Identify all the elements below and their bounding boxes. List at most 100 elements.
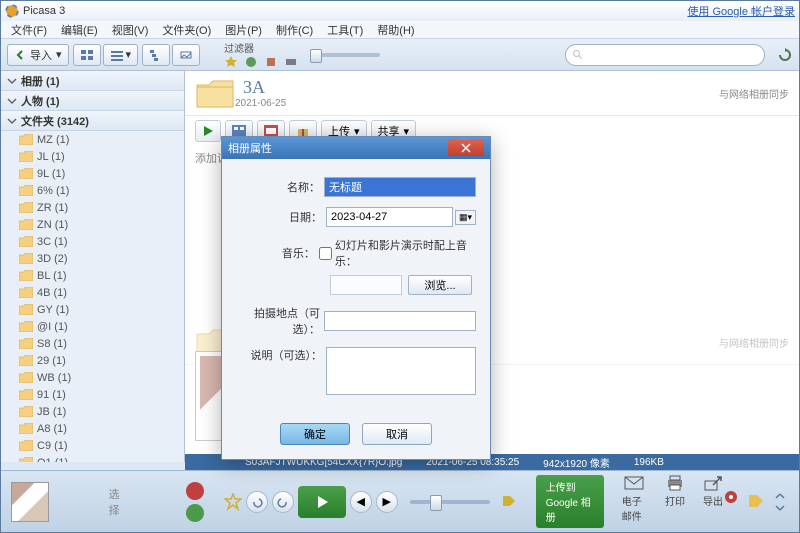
date-picker-button[interactable]: ▦▾ [455, 210, 476, 225]
select-label: 选择 [109, 486, 126, 518]
name-input[interactable] [324, 177, 476, 197]
star-icon[interactable] [224, 493, 242, 511]
arrow-left-icon [14, 49, 26, 61]
toolbar: 导入 ▾ ▾ 过滤器 [1, 39, 799, 71]
tray-thumbnail[interactable] [11, 482, 49, 522]
sidebar-folder-item[interactable]: 9L (1) [1, 165, 184, 182]
menu-folder[interactable]: 文件夹(O) [156, 21, 217, 39]
google-upload-button[interactable]: 上传到 Google 相册 [536, 475, 604, 528]
sidebar-folder-item[interactable]: 3C (1) [1, 233, 184, 250]
view-flat-button[interactable] [172, 44, 200, 66]
dialog-titlebar[interactable]: 相册属性 [222, 137, 490, 159]
name-label: 名称： [236, 179, 324, 195]
music-label: 音乐： [236, 245, 319, 261]
cancel-button[interactable]: 取消 [362, 423, 432, 445]
menu-help[interactable]: 帮助(H) [371, 21, 420, 39]
play-icon [314, 494, 330, 510]
location-input[interactable] [324, 311, 476, 331]
sidebar-folder-item[interactable]: Q1 (1) [1, 454, 184, 462]
sidebar-folder-item[interactable]: A8 (1) [1, 420, 184, 437]
chevron-down-icon [5, 74, 19, 88]
sidebar-folder-item[interactable]: ZR (1) [1, 199, 184, 216]
chevron-down-icon [5, 94, 19, 108]
status-dims: 942x1920 像素 [543, 455, 610, 470]
prev-button[interactable]: ◀ [350, 491, 372, 513]
sidebar-section-people[interactable]: 人物 (1) [1, 91, 184, 111]
sidebar-folder-item[interactable]: C9 (1) [1, 437, 184, 454]
date-input[interactable] [326, 207, 453, 227]
face-filter-icon[interactable] [244, 55, 258, 69]
dialog-close-button[interactable] [448, 140, 484, 156]
sidebar-section-folders[interactable]: 文件夹 (3142) [1, 111, 184, 131]
sidebar-folder-item[interactable]: @I (1) [1, 318, 184, 335]
rotate-left-button[interactable] [246, 491, 268, 513]
music-checkbox[interactable] [319, 247, 332, 260]
geo-pin-icon[interactable] [723, 490, 739, 514]
green-dot-button[interactable] [186, 504, 204, 522]
menu-tools[interactable]: 工具(T) [321, 21, 369, 39]
album-date: 2021-06-25 [235, 98, 286, 109]
sidebar-folder-item[interactable]: GY (1) [1, 301, 184, 318]
list-icon [110, 49, 124, 61]
geo-filter-icon[interactable] [264, 55, 278, 69]
view-list-button[interactable]: ▾ [103, 44, 139, 66]
export-icon [703, 475, 723, 491]
menu-edit[interactable]: 编辑(E) [55, 21, 104, 39]
desc-textarea[interactable] [326, 347, 476, 395]
sidebar-folder-item[interactable]: ZN (1) [1, 216, 184, 233]
view-thumb-button[interactable] [73, 44, 101, 66]
slideshow-button[interactable] [298, 486, 346, 518]
expand-icon[interactable] [773, 492, 787, 512]
music-path-display [330, 275, 402, 295]
search-input[interactable] [565, 44, 765, 66]
location-label: 拍摄地点（可选）： [236, 305, 324, 337]
menu-create[interactable]: 制作(C) [270, 21, 319, 39]
next-button[interactable]: ▶ [376, 491, 398, 513]
sidebar: 相册 (1) 人物 (1) 文件夹 (3142) MZ (1)JL (1)9L … [1, 71, 185, 462]
tag-icon[interactable] [747, 493, 765, 511]
import-button[interactable]: 导入 ▾ [7, 44, 69, 66]
sidebar-section-albums[interactable]: 相册 (1) [1, 71, 184, 91]
rotate-right-icon [277, 496, 289, 508]
sidebar-folder-item[interactable]: 29 (1) [1, 352, 184, 369]
sidebar-folder-item[interactable]: 4B (1) [1, 284, 184, 301]
album-title: 3A [243, 77, 286, 98]
grid-icon [80, 49, 94, 61]
view-tree-button[interactable] [142, 44, 170, 66]
sync-label[interactable]: 与网络相册同步 [719, 86, 789, 101]
tag-icon[interactable] [502, 495, 516, 509]
menubar: 文件(F) 编辑(E) 视图(V) 文件夹(O) 图片(P) 制作(C) 工具(… [1, 21, 799, 39]
rotate-right-button[interactable] [272, 491, 294, 513]
desc-label: 说明（可选）： [236, 347, 326, 363]
print-button[interactable]: 打印 [665, 475, 685, 528]
ok-button[interactable]: 确定 [280, 423, 350, 445]
sidebar-folder-item[interactable]: BL (1) [1, 267, 184, 284]
zoom-slider[interactable] [410, 500, 490, 504]
sidebar-folder-item[interactable]: WB (1) [1, 369, 184, 386]
tree-icon [149, 49, 163, 61]
sidebar-folder-item[interactable]: 91 (1) [1, 386, 184, 403]
browse-button[interactable]: 浏览... [408, 275, 472, 295]
picasa-logo-icon [5, 4, 19, 18]
red-dot-button[interactable] [186, 482, 204, 500]
menu-image[interactable]: 图片(P) [219, 21, 268, 39]
star-filter-icon[interactable] [224, 55, 238, 69]
refresh-icon[interactable] [777, 47, 793, 63]
date-label: 日期： [236, 209, 326, 225]
menu-file[interactable]: 文件(F) [5, 21, 53, 39]
menu-view[interactable]: 视图(V) [106, 21, 155, 39]
sidebar-folder-item[interactable]: S8 (1) [1, 335, 184, 352]
sidebar-folder-item[interactable]: 3D (2) [1, 250, 184, 267]
sidebar-folder-item[interactable]: MZ (1) [1, 131, 184, 148]
export-button[interactable]: 导出 [703, 475, 723, 528]
print-icon [665, 475, 685, 491]
google-login-link[interactable]: 使用 Google 帐户登录 [687, 3, 795, 19]
tag-filter-icon[interactable] [284, 55, 298, 69]
sidebar-folder-item[interactable]: JL (1) [1, 148, 184, 165]
sidebar-folder-item[interactable]: JB (1) [1, 403, 184, 420]
close-icon [461, 143, 471, 153]
sidebar-folder-item[interactable]: 6% (1) [1, 182, 184, 199]
play-button[interactable] [195, 120, 221, 142]
thumb-size-slider[interactable] [310, 53, 380, 57]
email-button[interactable]: 电子邮件 [622, 475, 647, 528]
